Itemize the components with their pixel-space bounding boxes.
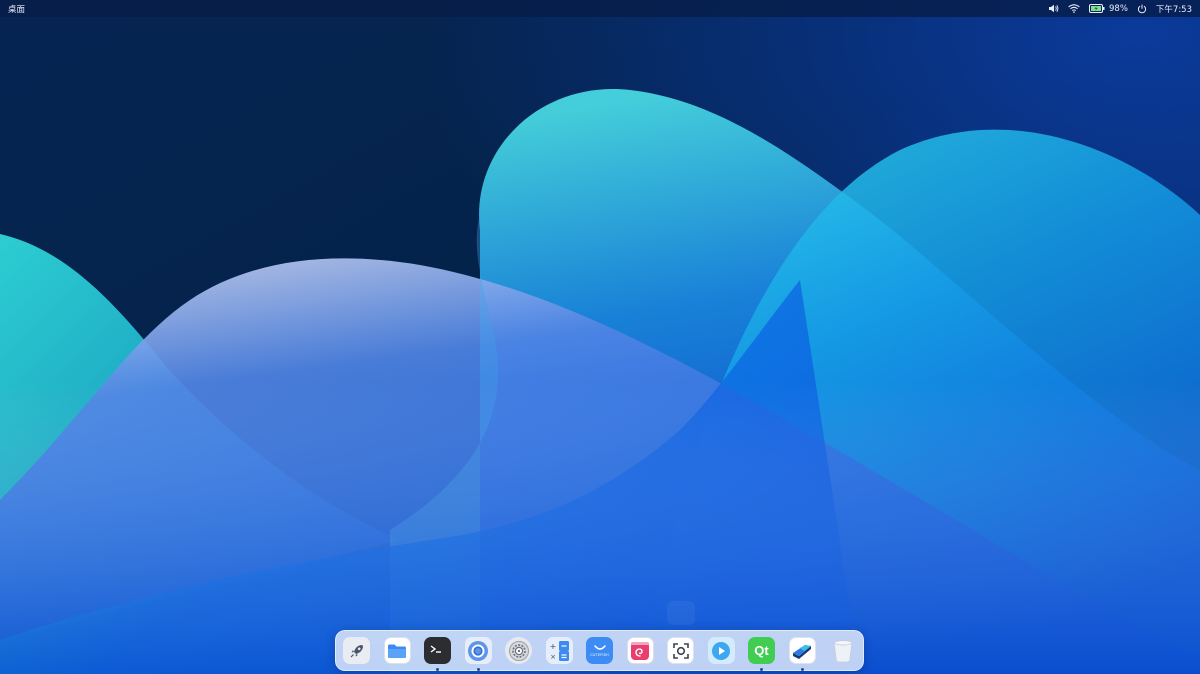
calculator-icon: + ×	[545, 637, 573, 664]
dock-item-screenshot[interactable]	[666, 636, 695, 665]
screenshot-icon	[667, 637, 694, 664]
trash-icon	[829, 637, 856, 664]
chromium-icon	[464, 637, 492, 664]
wifi-icon[interactable]	[1068, 4, 1080, 13]
battery-status[interactable]: 98%	[1089, 4, 1128, 14]
running-indicator	[800, 668, 804, 671]
installer-icon	[788, 637, 816, 664]
top-panel: 桌面 98% 下午7:53	[0, 0, 1200, 17]
cutefish-label: CUTEFISH	[590, 652, 609, 657]
folder-icon	[383, 637, 411, 664]
svg-text:×: ×	[550, 653, 556, 661]
qt-label: Qt	[754, 643, 769, 658]
terminal-icon	[424, 637, 451, 664]
ghost-window	[667, 601, 695, 625]
cutefish-icon: CUTEFISH	[586, 637, 613, 664]
dock-item-calculator[interactable]: + ×	[545, 636, 574, 665]
running-indicator	[436, 668, 439, 671]
dock-item-browser[interactable]	[464, 636, 493, 671]
battery-percent: 98%	[1109, 3, 1128, 14]
dock-item-installer[interactable]	[788, 636, 817, 671]
play-icon	[707, 637, 735, 664]
dock-item-qt-creator[interactable]: Qt	[747, 636, 776, 671]
qt-icon: Qt	[748, 637, 775, 664]
dock-item-debian-app[interactable]	[626, 636, 655, 665]
active-app-title[interactable]: 桌面	[8, 3, 25, 15]
wallpaper	[0, 0, 1200, 674]
rocket-icon	[343, 637, 370, 664]
svg-text:+: +	[550, 642, 557, 651]
dock-item-cutefish-store[interactable]: CUTEFISH	[585, 636, 614, 665]
dock-item-terminal[interactable]	[423, 636, 452, 671]
volume-icon[interactable]	[1048, 4, 1059, 13]
dock: + × CUTEFISH Qt	[335, 630, 864, 671]
dock-item-file-manager[interactable]	[383, 636, 412, 665]
desktop-screen: 桌面 98% 下午7:53 + × CUTEFISH Qt	[0, 0, 1200, 674]
power-icon[interactable]	[1137, 4, 1147, 14]
gear-icon	[505, 637, 532, 664]
clock[interactable]: 下午7:53	[1156, 3, 1192, 15]
dock-item-launcher[interactable]	[342, 636, 371, 665]
dock-item-settings[interactable]	[504, 636, 533, 665]
battery-icon	[1089, 4, 1105, 13]
running-indicator	[760, 668, 763, 671]
debian-swirl-icon	[626, 637, 654, 664]
dock-item-video-player[interactable]	[707, 636, 736, 665]
dock-item-trash[interactable]	[828, 636, 857, 665]
running-indicator	[476, 668, 480, 671]
